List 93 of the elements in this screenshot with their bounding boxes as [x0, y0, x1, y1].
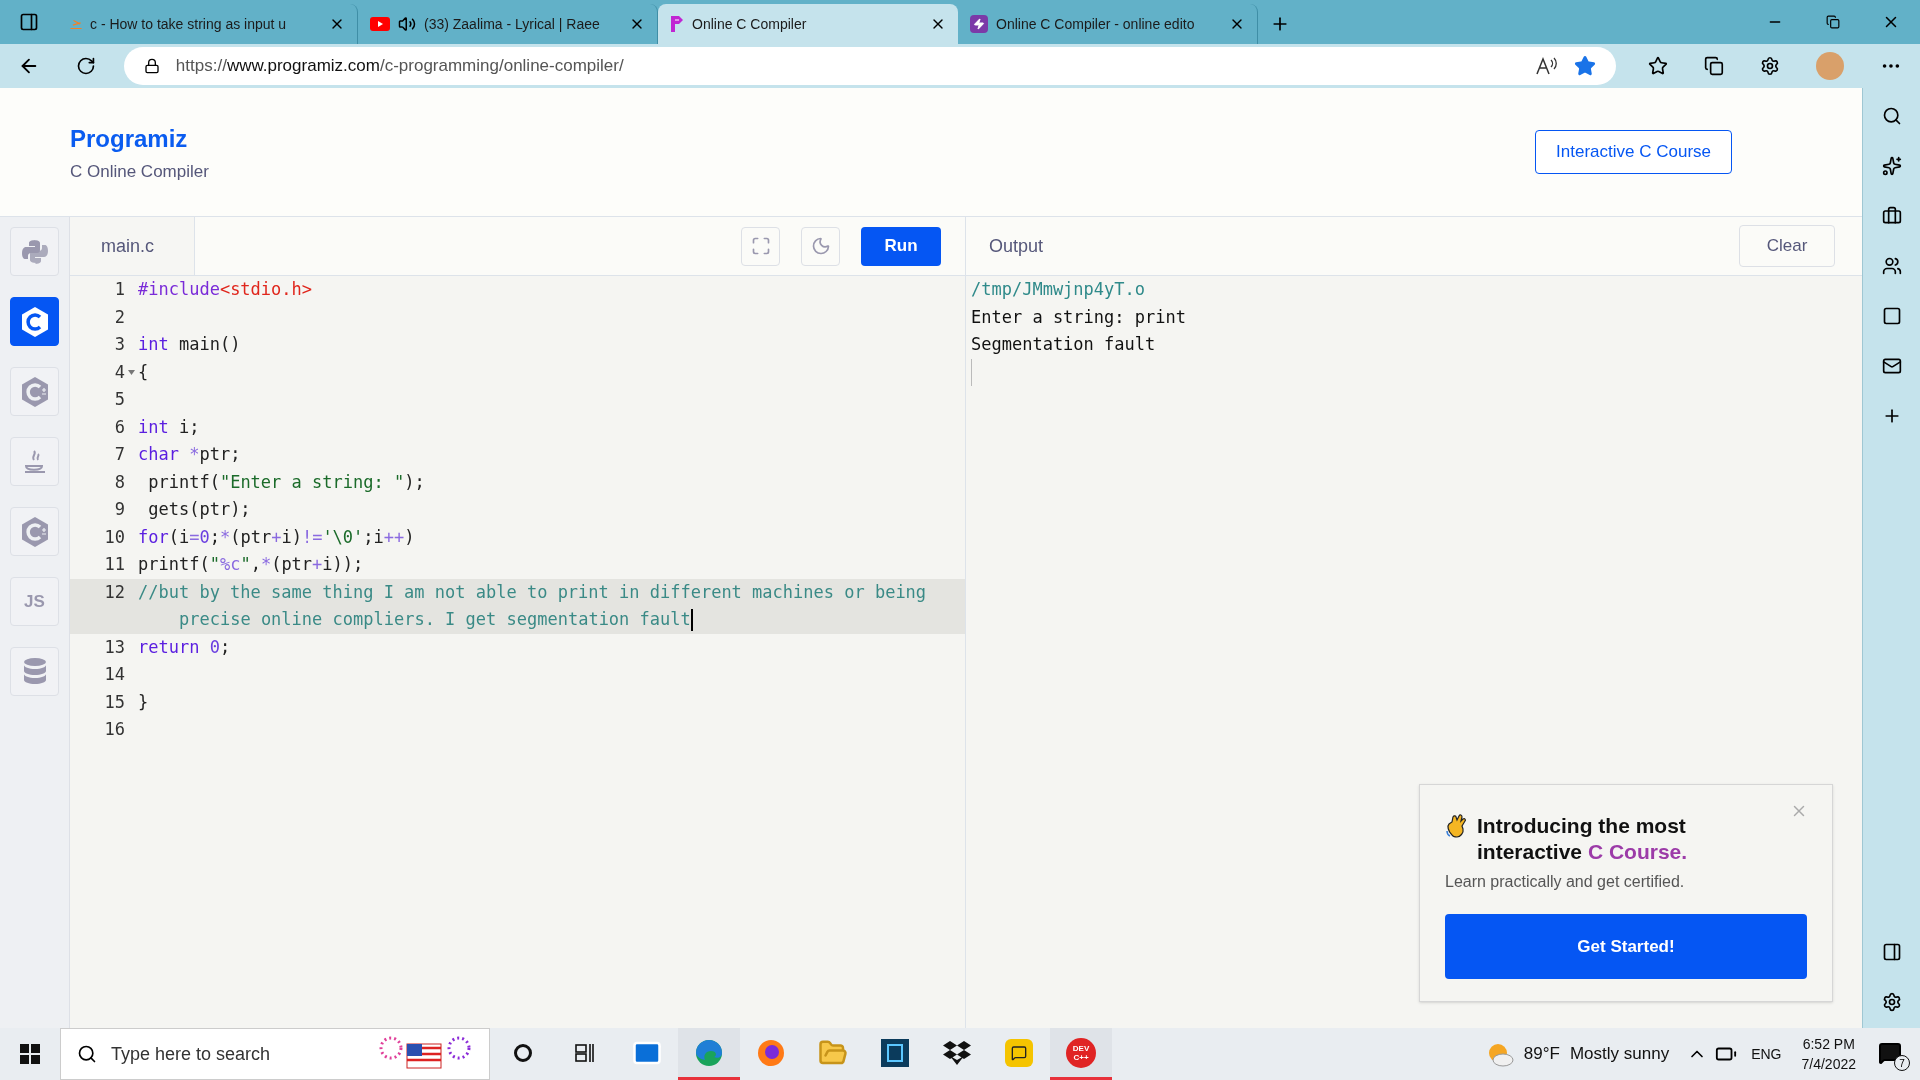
- bolt-icon: [970, 15, 988, 33]
- code-line: gets(ptr);: [147, 498, 252, 521]
- play-icon: [370, 17, 390, 31]
- course-button[interactable]: Interactive C Course: [1535, 130, 1732, 174]
- address-bar[interactable]: https://www.programiz.com/c-programming/online-compiler/: [123, 47, 1617, 85]
- favorites-icon[interactable]: [1648, 56, 1669, 76]
- sparkle-icon[interactable]: [1881, 156, 1902, 176]
- code-line: //but by the same thing I am not able to print in different machines or being precise online compliers. I get segmentation fault: [138, 580, 928, 633]
- logo-icon: [670, 15, 684, 33]
- weather-text: Mostly sunny: [1569, 1043, 1670, 1066]
- lock-icon: [143, 58, 160, 74]
- line-number: 16: [104, 718, 125, 741]
- output-title: Output: [989, 234, 1044, 258]
- notification-badge: 7: [1894, 1055, 1910, 1071]
- language-tab[interactable]: [10, 297, 59, 346]
- fullscreen-icon: [750, 236, 771, 256]
- fox-logo-icon: [756, 1037, 786, 1068]
- moon-icon: [810, 236, 831, 256]
- code-line: printf("%c",*(ptr+i));: [138, 553, 365, 576]
- speaker-icon[interactable]: [398, 15, 416, 33]
- line-number: 13: [104, 635, 125, 659]
- language-indicator[interactable]: ENG: [1751, 1043, 1782, 1065]
- code-line: return 0;: [138, 635, 232, 659]
- get-started-button[interactable]: Get Started!: [1445, 914, 1807, 979]
- line-number: 7: [114, 443, 125, 466]
- clear-button[interactable]: Clear: [1739, 225, 1835, 267]
- file-tab[interactable]: main.c: [70, 217, 195, 275]
- output-line: /tmp/JMmwjnp4yT.o: [971, 278, 1146, 301]
- app-logo: DEV C++: [1066, 1037, 1096, 1068]
- line-number: 8: [114, 470, 125, 494]
- hide-sidebar-icon[interactable]: [1881, 942, 1902, 962]
- line-number: 3: [114, 333, 125, 356]
- site-logo[interactable]: Programiz: [70, 127, 209, 152]
- store-icon: [881, 1038, 909, 1067]
- tab-title: Online C Compiler - online edito: [996, 14, 1196, 34]
- temperature: 89°F: [1523, 1043, 1560, 1066]
- people-icon[interactable]: [1881, 256, 1902, 276]
- output-line: Enter a string: print: [971, 305, 1187, 329]
- browser-tab[interactable]: Online C Compiler: [658, 4, 958, 44]
- briefcase-icon[interactable]: [1881, 206, 1902, 226]
- line-number: 10: [104, 525, 125, 549]
- taskbar-app-button[interactable]: DEV C++: [1050, 1028, 1112, 1080]
- line-number: 15: [104, 690, 125, 714]
- code-line: int main(): [138, 333, 242, 356]
- line-number: 14: [104, 663, 125, 686]
- tab-title: c - How to take string as input u: [90, 14, 288, 34]
- code-line: for(i=0;*(ptr+i)!='\0';i++): [138, 525, 416, 549]
- search-icon[interactable]: [1881, 106, 1902, 126]
- tab-title: Online C Compiler: [692, 14, 808, 34]
- url-text: https://www.programiz.com/c-programming/online-compiler/: [175, 55, 625, 78]
- tab-actions-icon[interactable]: [19, 12, 39, 32]
- run-button[interactable]: Run: [861, 226, 941, 266]
- boxes-icon: [942, 1038, 972, 1067]
- search-icon: [77, 1044, 97, 1064]
- restore-icon[interactable]: [1826, 15, 1840, 29]
- read-aloud-icon[interactable]: [1536, 57, 1559, 75]
- code-line: printf("Enter a string: ");: [147, 470, 426, 494]
- settings-icon[interactable]: [1881, 992, 1902, 1012]
- code-line: int i;: [138, 415, 201, 439]
- line-number: 12: [104, 580, 125, 604]
- line-number: 11: [104, 553, 125, 576]
- promo-subtitle: Learn practically and get certified.: [1445, 872, 1686, 892]
- clock-date[interactable]: 7/4/2022: [1801, 1054, 1856, 1074]
- task-view-icon: [574, 1042, 596, 1063]
- output-line: Segmentation fault: [971, 333, 1157, 356]
- chat-app-icon: [1005, 1038, 1033, 1067]
- stack-icon: [70, 19, 82, 29]
- line-number: 4: [114, 360, 125, 384]
- code-line: char *ptr;: [138, 443, 242, 466]
- extension-icon[interactable]: [1760, 56, 1781, 76]
- wave-logo-icon: [694, 1037, 724, 1068]
- code-line: }: [138, 690, 150, 714]
- line-number: 5: [114, 388, 125, 411]
- line-number: 2: [114, 305, 125, 329]
- theme-button[interactable]: [801, 226, 840, 266]
- line-number: 9: [114, 498, 125, 521]
- page-subtitle: C Online Compiler: [70, 161, 209, 184]
- code-line: {: [138, 360, 150, 384]
- line-number: 1: [114, 278, 125, 301]
- mail-icon[interactable]: [1881, 356, 1902, 376]
- fold-caret-icon[interactable]: [128, 369, 135, 375]
- clock-time[interactable]: 6:52 PM: [1802, 1034, 1855, 1054]
- reload-icon[interactable]: [75, 56, 96, 76]
- star-icon[interactable]: [1574, 55, 1597, 77]
- fullscreen-button[interactable]: [741, 226, 780, 266]
- search-field[interactable]: Type here to search: [60, 1028, 490, 1080]
- code-line: #include<stdio.h>: [138, 278, 313, 301]
- promo-title: Introducing the most interactive C Course.: [1477, 813, 1689, 865]
- tab-title: (33) Zaalima - Lyrical | Raee: [424, 14, 601, 34]
- windows-icon[interactable]: [20, 1044, 40, 1064]
- collections-icon[interactable]: [1704, 56, 1725, 76]
- search-placeholder: Type here to search: [111, 1042, 272, 1066]
- line-number: 6: [114, 415, 125, 439]
